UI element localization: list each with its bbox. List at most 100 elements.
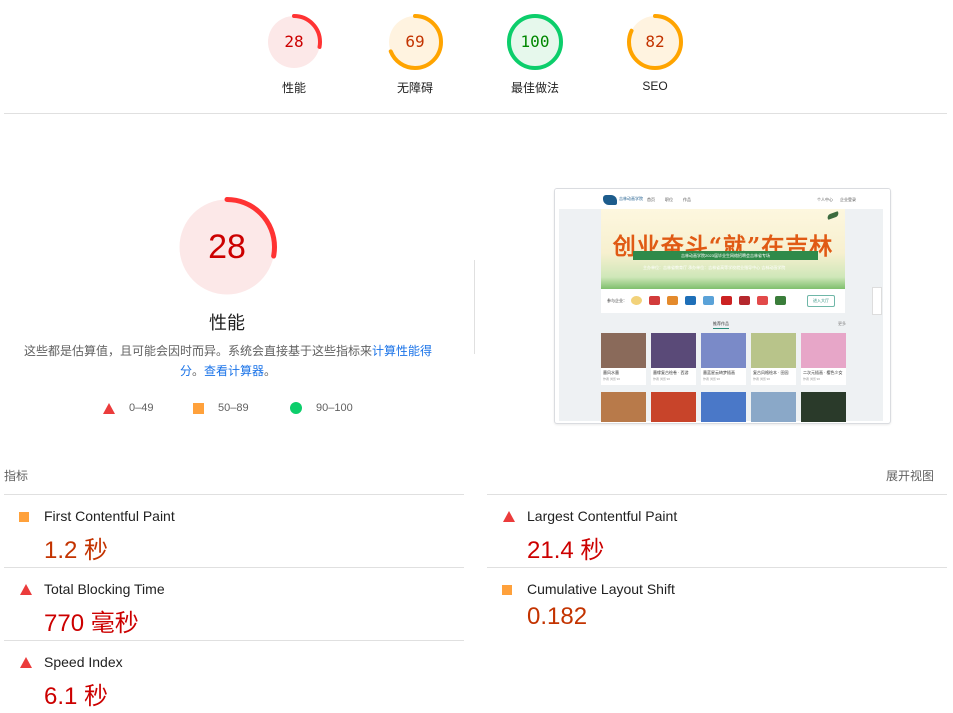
gauge-label: 性能 [281,81,306,95]
section-underline [713,328,729,329]
gauge-label: SEO [642,79,668,93]
section-more: 更多 [838,321,846,326]
work-card: 墨风水墨 作者 浏览 96 [601,333,646,385]
legend-fail: 0–49 [103,402,153,414]
performance-title: 性能 [209,313,245,333]
work-meta: 作者 浏览 96 [753,377,771,381]
metric-value: 0.182 [527,603,588,630]
work-title: 墨风水墨 [603,370,619,375]
site-logo-icon [603,195,617,205]
expand-view-link[interactable]: 展开视图 [886,467,934,484]
partner-logo-icon [757,296,768,305]
metric-value: 770 毫秒 [44,610,139,637]
square-icon [19,512,29,522]
gauge-seo[interactable]: 82 SEO [595,14,715,93]
site-nav: 吉林动画学院 首页 职位 作品 个人中心 企业登录 [555,189,890,209]
metric-value: 6.1 秒 [44,683,109,710]
legend-range: 90–100 [316,402,353,414]
gauge-ring: 28 [266,14,322,70]
metric-tbt: Total Blocking Time 770 毫秒 [4,567,464,640]
gauge-accessibility[interactable]: 69 无障碍 [355,14,475,96]
partner-logo-icon [649,296,660,305]
partner-logo-icon [703,296,714,305]
work-image [701,333,746,368]
partner-logo-icon [739,296,750,305]
work-image [751,333,796,368]
metric-name: Cumulative Layout Shift [527,581,675,597]
metric-value: 21.4 秒 [527,537,605,564]
site-banner: 创业奋斗“就”在吉林 吉林动画学院2023届毕业生网络招聘会吉林省专场 主办单位… [601,209,845,289]
triangle-icon [20,584,32,595]
legend-average: 50–89 [193,402,249,414]
category-gauges: 28 性能 69 无障碍 100 最佳做法 82 SEO [0,14,953,114]
site-brand: 吉林动画学院 [619,196,643,201]
work-title: 墨蓝星云绮梦插画 [703,370,735,375]
legend-range: 50–89 [218,402,249,414]
work-image-row2 [751,392,796,422]
work-image-row2 [801,392,846,422]
triangle-icon [20,657,32,668]
calculator-link[interactable]: 查看计算器 [204,364,264,378]
square-icon [193,402,204,414]
description-text: 。 [264,364,277,378]
triangle-icon [103,402,115,414]
gauge-label: 无障碍 [396,81,433,95]
banner-subtitle: 主办单位：吉林省教育厅 承办单位：吉林省高等学校就业指导中心 吉林动画学院 [643,265,786,270]
partner-logo-icon [685,296,696,305]
performance-description: 这些都是估算值，且可能会因时而异。系统会直接基于这些指标来计算性能得分。查看计算… [22,341,434,381]
gauge-ring: 69 [387,14,443,70]
metric-name: First Contentful Paint [44,508,175,524]
work-card: 复古风格绘本 · 田园 作者 浏览 96 [751,333,796,385]
legend-range: 0–49 [129,402,154,414]
work-image-row2 [701,392,746,422]
site-sidebar-tab [872,287,882,315]
gauge-score: 100 [520,32,550,51]
metric-name: Speed Index [44,654,123,670]
final-screenshot[interactable]: 吉林动画学院 首页 职位 作品 个人中心 企业登录 创业奋斗“就”在吉林 吉林动… [554,188,891,424]
circle-icon [290,402,302,414]
work-title: 复古风格绘本 · 田园 [753,370,789,375]
top-divider [4,113,947,114]
performance-gauge: 28 [177,197,277,297]
work-image [801,333,846,368]
score-legend: 0–49 50–89 90–100 [0,400,460,420]
work-image [651,333,696,368]
partners-label: 参与企业： [607,298,627,303]
metric-lcp: Largest Contentful Paint 21.4 秒 [487,494,947,567]
metric-name: Total Blocking Time [44,581,165,597]
work-title: 二次元插画 · 樱色少女 [803,370,843,375]
gauge-score: 82 [645,32,665,51]
gauge-label: 最佳做法 [510,81,559,95]
work-meta: 作者 浏览 96 [603,377,621,381]
work-title: 墨缘复古绘卷 · 西游 [653,370,689,375]
work-image-row2 [601,392,646,422]
enter-hall-button: 进入大厅 [807,295,835,307]
work-card: 墨缘复古绘卷 · 西游 作者 浏览 96 [651,333,696,385]
site-nav-item: 职位 [665,197,673,202]
metrics-title: 指标 [4,469,29,483]
work-card: 墨蓝星云绮梦插画 作者 浏览 96 [701,333,746,385]
gauge-best-practices[interactable]: 100 最佳做法 [475,14,595,96]
gauge-performance[interactable]: 28 性能 [234,14,354,96]
work-meta: 作者 浏览 96 [653,377,671,381]
vertical-separator [474,260,475,354]
description-text: 这些都是估算值，且可能会因时而异。系统会直接基于这些指标来 [23,344,372,358]
site-nav-item: 个人中心 [817,197,833,202]
work-image [601,333,646,368]
partner-logo-icon [775,296,786,305]
partner-logo-icon [631,296,642,305]
description-text: 。 [191,364,204,378]
work-card: 二次元插画 · 樱色少女 作者 浏览 96 [801,333,846,385]
performance-score: 28 [208,228,246,266]
partner-logo-icon [721,296,732,305]
site-partners: 参与企业： 进入大厅 [601,289,845,313]
metric-fcp: First Contentful Paint 1.2 秒 [4,494,464,567]
gauge-ring: 82 [627,14,683,70]
work-image-row2 [651,392,696,422]
site-nav-item: 作品 [683,197,691,202]
partner-logo-icon [667,296,678,305]
legend-pass: 90–100 [290,402,353,414]
gauge-ring: 100 [507,14,563,70]
work-meta: 作者 浏览 96 [803,377,821,381]
metric-speed-index: Speed Index 6.1 秒 [4,640,464,713]
